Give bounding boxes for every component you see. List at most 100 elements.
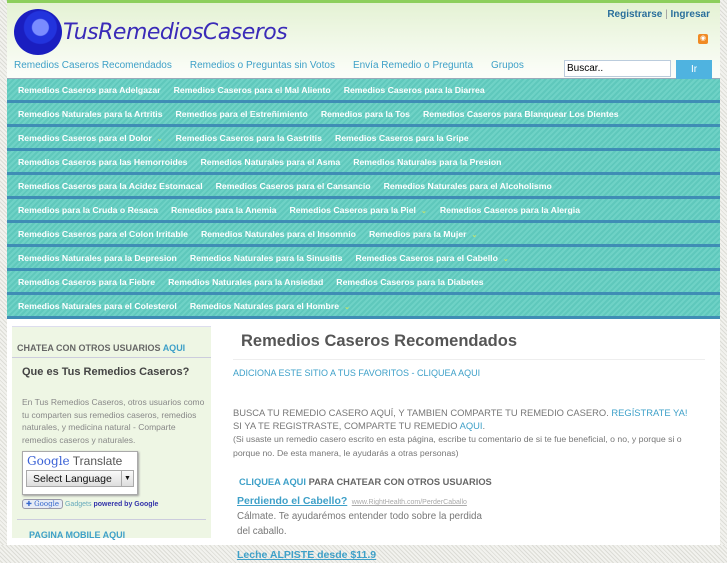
account-links: Registrarse | Ingresar xyxy=(607,9,710,20)
category-label: Remedios Naturales para el Asma xyxy=(200,156,341,167)
category-row: Remedios Caseros para Adelgazar Remedios … xyxy=(7,79,720,103)
nav-recommended[interactable]: Remedios Caseros Recomendados xyxy=(14,60,172,71)
gadgets-google: Google xyxy=(34,500,59,508)
lower-section: CHATEA CON OTROS USUARIOS AQUI Que es Tu… xyxy=(7,319,720,561)
category-item[interactable]: Remedios Caseros para la Piel ⌄ xyxy=(289,205,426,215)
ad-url[interactable]: www.RightHealth.com/PerderCaballo xyxy=(352,499,467,506)
category-item[interactable]: Remedios Caseros para la Gripe xyxy=(335,133,469,143)
search-input[interactable] xyxy=(564,60,671,77)
category-item[interactable]: Remedios Caseros para el Dolor ⌄ xyxy=(18,133,163,143)
category-item[interactable]: Remedios Naturales para la Presion xyxy=(353,157,501,167)
category-item[interactable]: Remedios Naturales para el Hombre ⌄ xyxy=(190,301,350,311)
mobile-page: PAGINA MOBILE AQUI xyxy=(17,519,206,540)
search-button[interactable]: Ir xyxy=(676,60,712,79)
sidebar-chat: CHATEA CON OTROS USUARIOS AQUI xyxy=(12,327,211,358)
category-label: Remedios para la Cruda o Resaca xyxy=(18,204,159,215)
intro-text-2: SI YA TE REGISTRASTE, COMPARTE TU REMEDI… xyxy=(233,420,460,431)
category-item[interactable]: Remedios Naturales para el Asma xyxy=(200,157,340,167)
category-label: Remedios Caseros para Adelgazar xyxy=(18,84,161,95)
register-link[interactable]: Registrarse xyxy=(607,9,662,20)
category-row: Remedios Caseros para el Colon Irritable… xyxy=(7,223,720,247)
chevron-down-icon: ⌄ xyxy=(420,207,427,215)
google-gadgets-badge: ✚ Google xyxy=(22,499,63,509)
nav-submit[interactable]: Envía Remedio o Pregunta xyxy=(353,60,473,71)
category-label: Remedios Caseros para el Cabello xyxy=(355,252,498,263)
category-item[interactable]: Remedios para la Tos xyxy=(321,109,410,119)
chat-link-main[interactable]: CLIQUEA AQUI xyxy=(239,477,306,487)
ad-item[interactable]: Perdiendo el Cabello? www.RightHealth.co… xyxy=(237,491,487,539)
chat-text: PARA CHATEAR CON OTROS USUARIOS xyxy=(305,477,492,487)
category-label: Remedios Caseros para la Alergia xyxy=(439,204,581,215)
separator: | xyxy=(665,9,668,20)
category-item[interactable]: Remedios para el Estreñimiento xyxy=(176,109,308,119)
category-item[interactable]: Remedios Naturales para la Depresion xyxy=(18,253,177,263)
ad-title[interactable]: Perdiendo el Cabello? xyxy=(237,495,347,507)
language-select[interactable]: Select Language ▼ xyxy=(26,470,134,487)
category-item[interactable]: Remedios Caseros para el Cansancio xyxy=(216,181,371,191)
page: TusRemediosCaseros Registrarse | Ingresa… xyxy=(7,0,720,561)
google-gadgets[interactable]: ✚ Google Gadgets powered by Google xyxy=(22,499,211,509)
category-label: Remedios para el Estreñimiento xyxy=(175,108,308,119)
nav-groups[interactable]: Grupos xyxy=(491,60,524,71)
category-row: Remedios Naturales para el Colesterol Rem… xyxy=(7,295,720,319)
favorites-text: ADICIONA ESTE SITIO A TUS FAVORITOS - xyxy=(233,368,418,378)
intro-note: (Si usaste un remedio casero escrito en … xyxy=(233,434,682,458)
category-label: Remedios Caseros para la Fiebre xyxy=(18,276,156,287)
chevron-down-icon: ⌄ xyxy=(471,231,478,239)
powered-by: powered by Google xyxy=(93,500,159,508)
category-item[interactable]: Remedios Caseros para la Fiebre xyxy=(18,277,155,287)
category-item[interactable]: Remedios Naturales para la Sinusitis xyxy=(190,253,343,263)
category-item[interactable]: Remedios Naturales para el Insomnio xyxy=(201,229,356,239)
category-row: Remedios Caseros para la Acidez Estomaca… xyxy=(7,175,720,199)
category-menu: Remedios Caseros para Adelgazar Remedios … xyxy=(7,78,720,319)
category-label: Remedios Caseros para la Diabetes xyxy=(336,276,484,287)
register-now-link[interactable]: REGÍSTRATE YA! xyxy=(611,407,687,418)
category-label: Remedios Caseros para el Cansancio xyxy=(215,180,371,191)
category-item[interactable]: Remedios Caseros para la Acidez Estomaca… xyxy=(18,181,203,191)
category-item[interactable]: Remedios Caseros para la Diarrea xyxy=(344,85,485,95)
google-logo: Google xyxy=(27,454,70,468)
category-item[interactable]: Remedios para la Cruda o Resaca xyxy=(18,205,158,215)
category-row: Remedios Naturales para la Artritis Remed… xyxy=(7,103,720,127)
login-link[interactable]: Ingresar xyxy=(671,9,710,20)
rss-icon[interactable]: ◉ xyxy=(698,34,708,44)
category-item[interactable]: Remedios Caseros para el Mal Aliento xyxy=(174,85,331,95)
category-label: Remedios para la Anemia xyxy=(171,204,277,215)
share-link[interactable]: AQUI xyxy=(460,420,483,431)
google-translate-widget: Google Translate Select Language ▼ xyxy=(22,451,138,495)
ad-title[interactable]: Leche ALPISTE desde $11.9 xyxy=(237,549,376,561)
category-item[interactable]: Remedios Naturales para el Alcoholismo xyxy=(384,181,552,191)
chat-line: CLIQUEA AQUI PARA CHATEAR CON OTROS USUA… xyxy=(239,477,705,487)
category-item[interactable]: Remedios Caseros para la Alergia xyxy=(440,205,580,215)
ad-item[interactable]: Leche ALPISTE desde $11.9 xyxy=(237,545,487,563)
category-item[interactable]: Remedios Caseros para la Gastritis xyxy=(176,133,322,143)
category-label: Remedios Caseros para el Dolor xyxy=(18,132,152,143)
category-item[interactable]: Remedios Caseros para el Colon Irritable xyxy=(18,229,188,239)
category-row: Remedios Caseros para las Hemorroides Rem… xyxy=(7,151,720,175)
category-item[interactable]: Remedios para la Anemia xyxy=(171,205,276,215)
category-label: Remedios Caseros para el Colon Irritable xyxy=(18,228,188,239)
category-item[interactable]: Remedios Caseros para las Hemorroides xyxy=(18,157,187,167)
category-label: Remedios Naturales para la Presion xyxy=(353,156,502,167)
chat-link[interactable]: AQUI xyxy=(163,343,186,353)
category-item[interactable]: Remedios Naturales para la Ansiedad xyxy=(168,277,323,287)
category-item[interactable]: Remedios Caseros para el Cabello ⌄ xyxy=(355,253,508,263)
chat-label: CHATEA CON OTROS USUARIOS xyxy=(17,343,161,353)
category-label: Remedios para la Mujer xyxy=(368,228,467,239)
category-label: Remedios Caseros para la Piel xyxy=(289,204,416,215)
translate-label: Translate xyxy=(72,454,123,468)
category-item[interactable]: Remedios Naturales para el Colesterol xyxy=(18,301,177,311)
category-item[interactable]: Remedios Caseros para Blanquear Los Dien… xyxy=(423,109,619,119)
category-row: Remedios Caseros para el Dolor ⌄ Remedios … xyxy=(7,127,720,151)
nav-unvoted[interactable]: Remedios o Preguntas sin Votos xyxy=(190,60,335,71)
category-label: Remedios Naturales para la Sinusitis xyxy=(189,252,343,263)
chevron-down-icon: ⌄ xyxy=(344,303,350,311)
category-item[interactable]: Remedios para la Mujer ⌄ xyxy=(369,229,477,239)
logo-text: TusRemediosCaseros xyxy=(63,19,288,45)
category-item[interactable]: Remedios Caseros para la Diabetes xyxy=(336,277,483,287)
site-logo[interactable]: TusRemediosCaseros xyxy=(14,9,288,55)
mobile-link[interactable]: AQUI xyxy=(103,530,126,540)
category-item[interactable]: Remedios Caseros para Adelgazar xyxy=(18,85,161,95)
favorites-link[interactable]: CLIQUEA AQUI xyxy=(417,368,480,378)
category-item[interactable]: Remedios Naturales para la Artritis xyxy=(18,109,163,119)
